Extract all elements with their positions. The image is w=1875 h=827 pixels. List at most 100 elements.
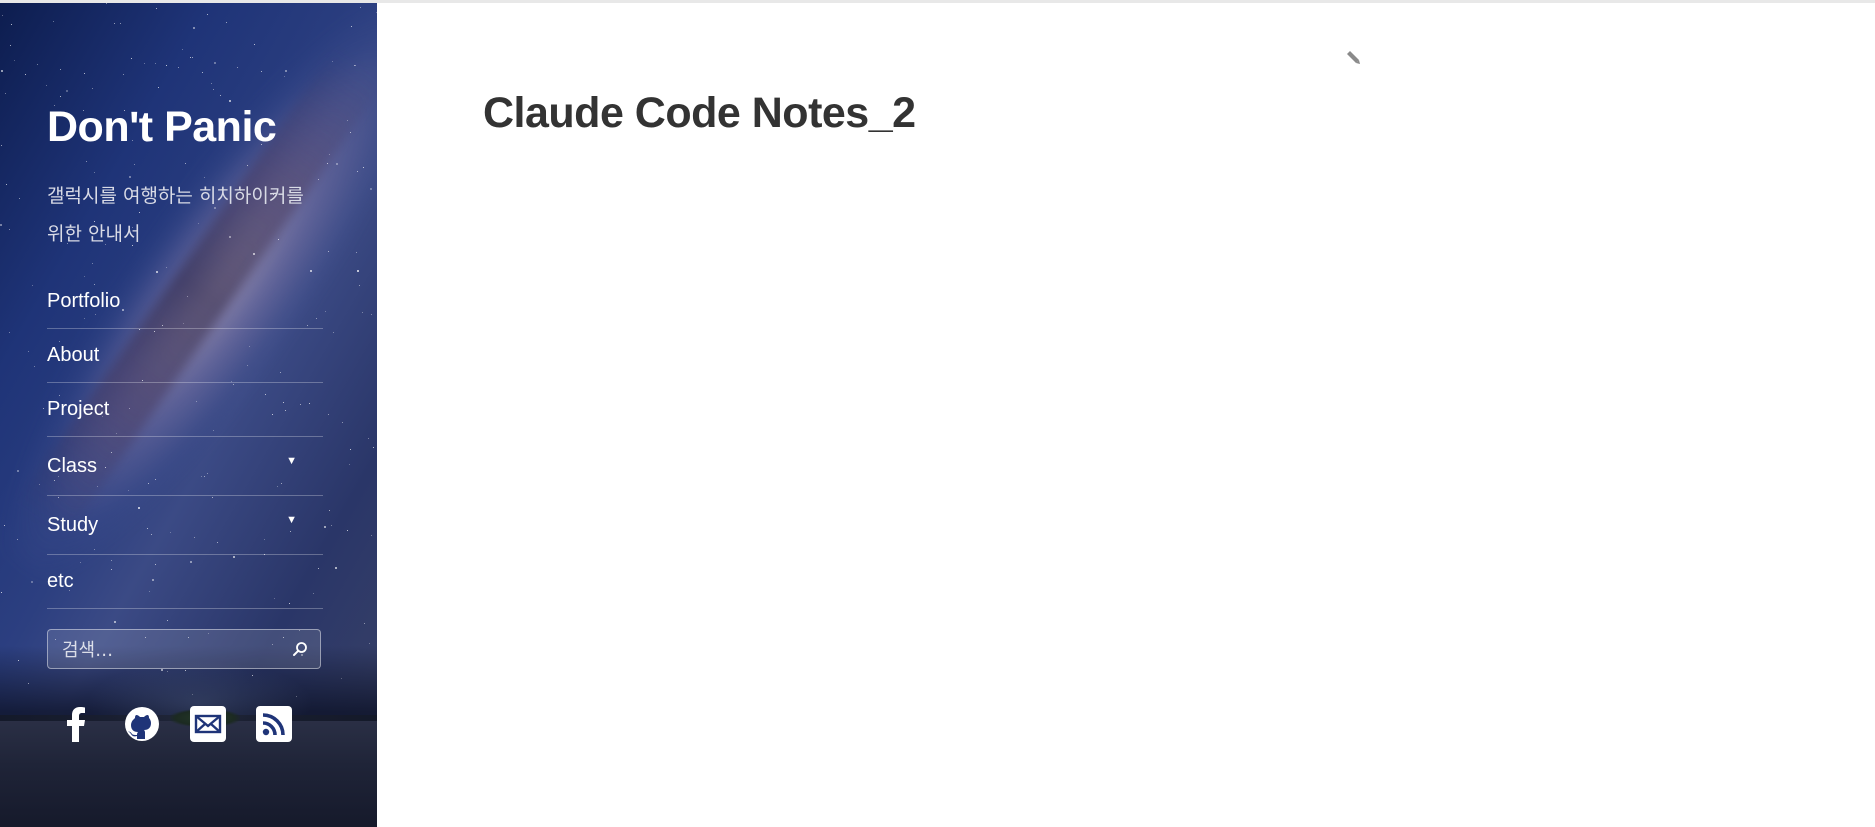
star xyxy=(214,62,216,64)
star xyxy=(134,164,135,165)
star xyxy=(342,422,343,423)
star xyxy=(329,154,330,155)
star xyxy=(349,464,350,465)
star xyxy=(144,63,145,64)
star xyxy=(371,535,372,536)
star xyxy=(92,88,93,89)
star xyxy=(356,252,357,253)
nav-item-about[interactable]: About xyxy=(47,329,323,383)
site-description: 갤럭시를 여행하는 히치하이커를 위한 안내서 xyxy=(47,185,304,245)
star xyxy=(333,332,334,333)
main-content: Claude Code Notes_2 xyxy=(377,3,1875,827)
star xyxy=(252,675,253,676)
star xyxy=(331,525,332,526)
pencil-icon[interactable] xyxy=(1343,49,1363,69)
star xyxy=(19,198,20,199)
star xyxy=(0,224,2,226)
star xyxy=(37,64,38,65)
nav-item-etc[interactable]: etc xyxy=(47,555,323,609)
star xyxy=(359,285,360,286)
search-input[interactable] xyxy=(60,630,284,670)
star xyxy=(86,161,87,162)
star xyxy=(363,167,364,168)
star xyxy=(368,438,369,439)
github-icon[interactable] xyxy=(124,706,160,742)
sidebar: Don't Panic 갤럭시를 여행하는 히치하이커를 위한 안내서 Port… xyxy=(0,3,377,827)
star xyxy=(120,23,121,24)
star xyxy=(357,171,358,172)
star xyxy=(167,620,168,621)
facebook-icon[interactable] xyxy=(58,706,94,742)
search-icon[interactable] xyxy=(292,641,308,657)
star xyxy=(131,58,132,59)
star xyxy=(355,65,356,66)
star xyxy=(310,270,312,272)
star xyxy=(43,408,44,409)
caret-down-icon[interactable]: ▼ xyxy=(286,455,297,467)
star xyxy=(253,253,255,255)
star xyxy=(357,270,359,272)
star xyxy=(28,683,29,684)
star xyxy=(226,22,227,23)
rss-icon[interactable] xyxy=(256,706,292,742)
star xyxy=(329,510,330,511)
star xyxy=(1,70,3,72)
star xyxy=(9,332,10,333)
nav-item-portfolio[interactable]: Portfolio xyxy=(47,275,323,329)
star xyxy=(60,96,61,97)
caret-down-icon[interactable]: ▼ xyxy=(286,514,297,526)
site-title[interactable]: Don't Panic xyxy=(47,103,277,152)
star xyxy=(9,229,10,230)
star xyxy=(10,45,11,46)
star xyxy=(327,163,328,164)
star xyxy=(336,163,338,165)
star xyxy=(185,670,186,671)
star xyxy=(284,76,285,77)
star xyxy=(17,470,19,472)
star xyxy=(370,188,372,190)
star xyxy=(192,57,193,58)
star xyxy=(328,251,329,252)
star xyxy=(166,267,167,268)
star xyxy=(178,67,179,68)
star xyxy=(156,271,158,273)
star xyxy=(325,311,326,312)
star xyxy=(254,44,255,45)
star xyxy=(341,678,342,679)
nav-item-label: About xyxy=(47,344,100,366)
star xyxy=(17,539,18,540)
star xyxy=(360,7,361,8)
star xyxy=(5,93,6,94)
main-navigation: Portfolio About Project Class ▼ Study ▼ … xyxy=(47,275,323,609)
star xyxy=(182,49,183,50)
page-title: Claude Code Notes_2 xyxy=(483,89,916,137)
star xyxy=(213,89,214,90)
star xyxy=(369,643,370,644)
search-box xyxy=(47,629,321,670)
nav-item-label: etc xyxy=(47,570,74,592)
star xyxy=(185,163,186,164)
nav-item-project[interactable]: Project xyxy=(47,383,323,437)
star xyxy=(324,526,326,528)
star xyxy=(46,85,47,86)
nav-item-study[interactable]: Study ▼ xyxy=(47,496,323,555)
email-icon[interactable] xyxy=(190,706,226,742)
star xyxy=(6,184,7,185)
star xyxy=(373,447,374,448)
star xyxy=(328,414,329,415)
nav-item-label: Portfolio xyxy=(47,290,121,312)
star xyxy=(106,3,107,4)
star xyxy=(25,74,26,75)
star xyxy=(11,24,12,25)
star xyxy=(158,87,159,88)
star xyxy=(123,74,124,75)
star xyxy=(39,484,40,485)
star xyxy=(167,671,168,672)
star xyxy=(220,95,221,96)
star xyxy=(156,8,157,9)
star xyxy=(34,366,35,367)
nav-item-class[interactable]: Class ▼ xyxy=(47,437,323,496)
star xyxy=(285,70,287,72)
star xyxy=(192,694,193,695)
star xyxy=(190,57,191,58)
